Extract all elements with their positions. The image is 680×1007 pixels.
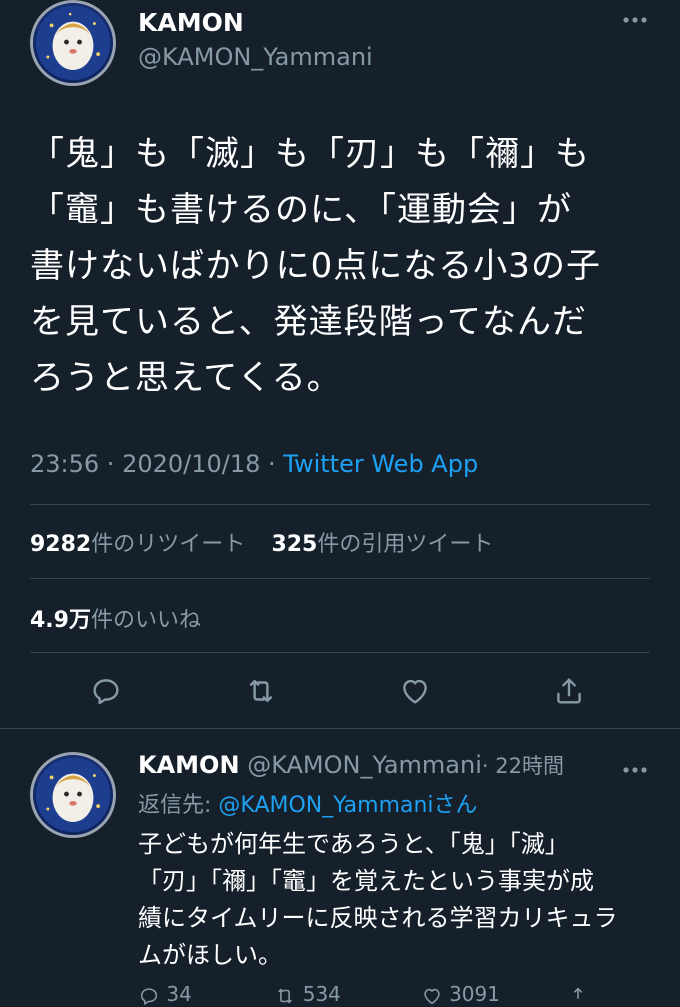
retweets-label: 件のリツイート [91,532,246,557]
reply-text: 子どもが何年生であろうと、「鬼」「滅」 「刃」「禰」「竈」を覚えたという事実が成… [138,826,658,974]
reply-text-line: 績にタイムリーに反映される学習カリキュラ [138,904,618,932]
reply-author-handle[interactable]: @KAMON_Yammani [247,751,482,779]
like-count: 3091 [449,982,500,1006]
retweet-count: 534 [302,982,341,1006]
divider [30,578,650,579]
more-icon[interactable] [622,8,648,33]
author-handle[interactable]: @KAMON_Yammani [138,43,373,71]
author-name[interactable]: KAMON [138,8,244,37]
reply-text-line: 「刃」「禰」「竈」を覚えたという事実が成 [138,867,594,895]
reply-to-prefix: 返信先: [138,793,219,818]
reply-icon[interactable] [89,674,123,712]
likes-label: 件のいいね [90,608,201,633]
tweet-text-line: を見ていると、発達段階ってなんだ [30,302,587,342]
reply-header: KAMON @KAMON_Yammani· 22時間 [138,750,564,780]
reply-actions: 34 534 3091 [138,982,589,1007]
retweets-count: 9282 [30,532,92,557]
tweet-date[interactable]: 2020/10/18 [122,450,260,478]
tweet-time[interactable]: 23:56 [30,450,99,478]
reply-author-name[interactable]: KAMON [138,751,240,779]
quotes-stat[interactable]: 325件の引用ツイート [271,532,493,557]
reply-to-suffix: さん [433,793,478,818]
meta-separator: · [99,450,123,478]
reply-count: 34 [166,982,192,1006]
engagement-row: 9282件のリツイート 325件の引用ツイート [30,526,493,558]
share-icon[interactable] [552,674,586,712]
reply-author-avatar[interactable] [30,752,116,838]
likes-count: 4.9万 [30,608,91,633]
quotes-label: 件の引用ツイート [317,532,494,557]
more-icon[interactable] [622,758,648,783]
divider [30,652,650,653]
reply-action-share[interactable] [567,982,589,1007]
reply-text-line: ムがほしい。 [138,941,282,969]
retweets-stat[interactable]: 9282件のリツイート [30,532,245,557]
divider [30,504,650,505]
author-avatar[interactable] [30,0,116,86]
reply-action-retweet[interactable]: 534 [274,982,414,1007]
reply-action-reply[interactable]: 34 [138,982,268,1007]
tweet-text-line: ろうと思えてくる。 [30,358,342,398]
reply-age[interactable]: · 22時間 [482,754,564,778]
tweet-text-line: 「鬼」も「滅」も「刃」も「禰」も [30,134,590,174]
tweet-text: 「鬼」も「滅」も「刃」も「禰」も 「竈」も書けるのに、「運動会」が 書けないばか… [30,126,650,406]
tweet-text-line: 書けないばかりに0点になる小3の子 [30,246,601,286]
reply-action-like[interactable]: 3091 [421,982,561,1007]
reply-to-handle[interactable]: @KAMON_Yammani [218,793,433,818]
tweet-text-line: 「竈」も書けるのに、「運動会」が [30,190,572,230]
reply-to: 返信先: @KAMON_Yammaniさん [138,787,478,819]
meta-separator: · [260,450,284,478]
tweet-meta: 23:56 · 2020/10/18 · Twitter Web App [30,450,478,478]
retweet-icon[interactable] [244,674,278,712]
likes-stat[interactable]: 4.9万件のいいね [30,602,201,634]
like-icon[interactable] [398,674,432,712]
reply-text-line: 子どもが何年生であろうと、「鬼」「滅」 [138,830,569,858]
tweet-source[interactable]: Twitter Web App [283,450,478,478]
section-divider [0,728,680,729]
quotes-count: 325 [271,532,318,557]
